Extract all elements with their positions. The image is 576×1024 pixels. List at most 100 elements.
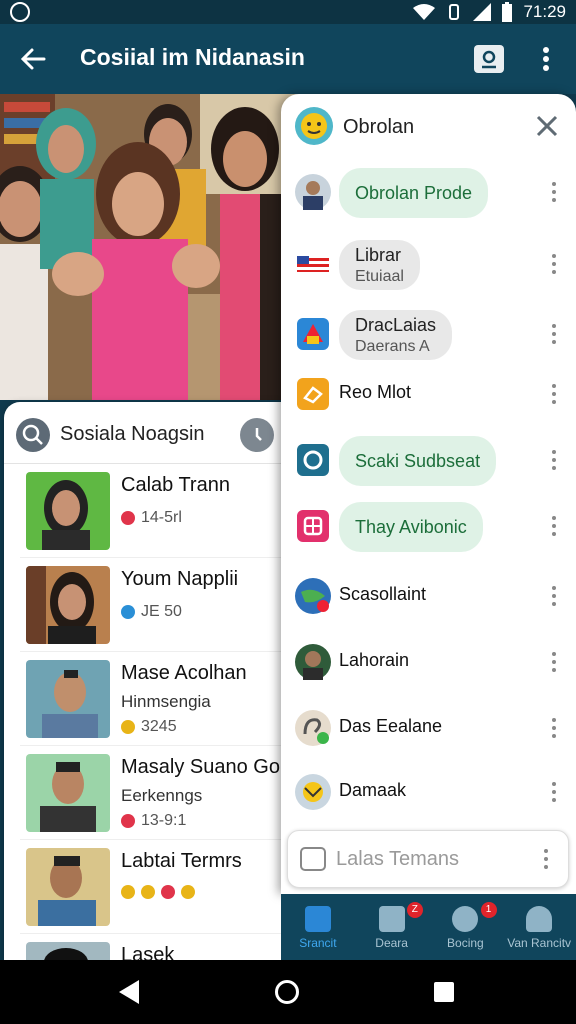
- nav-item-search[interactable]: Srancit: [281, 894, 355, 960]
- globe-avatar-icon: [295, 578, 331, 614]
- book-icon: [297, 318, 329, 350]
- building-icon: [304, 906, 331, 932]
- more-vert-icon[interactable]: [551, 782, 557, 804]
- more-vert-icon[interactable]: [551, 324, 557, 346]
- close-icon[interactable]: [535, 114, 559, 138]
- contact-photo: [26, 472, 110, 550]
- user-avatar-icon[interactable]: [16, 418, 50, 452]
- system-nav-bar: [0, 960, 576, 1024]
- status-dot-icon: [121, 605, 135, 619]
- app-bar: Cosiial im Nidanasin: [0, 24, 576, 94]
- notification-badge: 1: [480, 902, 497, 918]
- contact-meta: [121, 885, 195, 899]
- contact-meta: 14-5rl: [121, 509, 182, 527]
- chat-item[interactable]: Lahorain: [281, 630, 576, 696]
- more-vert-icon[interactable]: [536, 44, 556, 74]
- contact-row[interactable]: Calab Trann 14-5rl: [20, 464, 300, 558]
- emoji-icon: [161, 885, 175, 899]
- signal-icon: [473, 3, 492, 21]
- nav-item-profile[interactable]: Van Rancitv: [502, 894, 576, 960]
- more-vert-icon[interactable]: [551, 450, 557, 472]
- battery-icon: [502, 2, 513, 22]
- more-vert-icon[interactable]: [551, 384, 557, 406]
- obrolan-panel: Obrolan Obrolan Prode Librar Etuiaal Drac…: [281, 94, 576, 894]
- chat-item[interactable]: Scaki Sudbseat: [281, 428, 576, 494]
- chat-item[interactable]: Scasollaint: [281, 564, 576, 630]
- contact-row[interactable]: Lasek: [20, 934, 300, 962]
- contact-photo: [26, 754, 110, 832]
- camera-icon[interactable]: [300, 847, 326, 871]
- page-title: Cosiial im Nidanasin: [80, 44, 305, 70]
- vibrate-icon: [449, 4, 460, 20]
- contact-photo: [26, 942, 110, 962]
- chat-item[interactable]: Reo Mlot: [281, 362, 576, 428]
- chat-item[interactable]: Librar Etuiaal: [281, 232, 576, 298]
- status-dot-icon: [121, 720, 135, 734]
- group-photo: [0, 94, 300, 400]
- contact-name: Mase Acolhan: [121, 662, 247, 684]
- contact-avatar: [295, 710, 331, 746]
- status-bar: 71:29: [0, 0, 576, 24]
- contact-avatar: [295, 774, 331, 810]
- inbox-icon: [378, 906, 405, 932]
- contact-photo: [26, 660, 110, 738]
- contact-name: Masaly Suano Gola: [121, 756, 296, 778]
- search-friends-box[interactable]: [287, 830, 569, 888]
- sosiala-panel: Sosiala Noagsin Calab Trann 14-5rl Youm …: [4, 402, 300, 962]
- profile-action-button[interactable]: [474, 45, 504, 73]
- contact-meta: 13-9:1: [121, 812, 186, 830]
- more-vert-icon[interactable]: [551, 652, 557, 674]
- nav-home-icon[interactable]: [275, 980, 299, 1004]
- chat-bubble: DracLaias Daerans A: [339, 310, 453, 360]
- clock-icon[interactable]: [240, 418, 274, 452]
- contact-avatar: [295, 644, 331, 680]
- chat-title: Scasollaint: [339, 584, 427, 604]
- chat-bubble: Scaki Sudbseat: [339, 436, 497, 486]
- app-icon: [297, 510, 329, 542]
- panel-header: Sosiala Noagsin: [4, 402, 300, 464]
- chat-item[interactable]: Thay Avibonic: [281, 494, 576, 560]
- contact-name: Youm Napplii: [121, 568, 239, 590]
- wifi-icon: [413, 4, 436, 20]
- tag-icon: [297, 378, 329, 410]
- chat-title: Damaak: [339, 780, 407, 800]
- back-arrow-icon[interactable]: [18, 44, 48, 74]
- contact-row[interactable]: Youm Napplii JE 50: [20, 558, 300, 652]
- chat-item[interactable]: DracLaias Daerans A: [281, 302, 576, 368]
- more-vert-icon[interactable]: [544, 849, 548, 873]
- nav-item-deara[interactable]: Z Deara: [355, 894, 429, 960]
- panel-title: Obrolan: [343, 116, 415, 138]
- contact-row[interactable]: Masaly Suano Gola Eerkenngs 13-9:1: [20, 746, 300, 840]
- contact-row[interactable]: Mase Acolhan Hinmsengia 3245: [20, 652, 300, 746]
- emoji-icon: [181, 885, 195, 899]
- contact-name: Calab Trann: [121, 474, 230, 496]
- contact-avatar: [295, 174, 331, 210]
- settings-icon: [297, 444, 329, 476]
- status-dot-icon: [121, 511, 135, 525]
- panel-title: Sosiala Noagsin: [60, 423, 205, 445]
- notification-icon: [10, 2, 30, 22]
- more-vert-icon[interactable]: [551, 516, 557, 538]
- chat-title: Das Eealane: [339, 716, 443, 736]
- panel-header: Obrolan: [281, 94, 576, 158]
- contact-photo: [26, 848, 110, 926]
- more-vert-icon[interactable]: [551, 718, 557, 740]
- nav-back-icon[interactable]: [119, 980, 139, 1004]
- more-vert-icon[interactable]: [551, 586, 557, 608]
- person-icon: [526, 906, 553, 932]
- chat-bubble: Librar Etuiaal: [339, 240, 420, 290]
- nav-item-bocing[interactable]: 1 Bocing: [429, 894, 503, 960]
- contact-row[interactable]: Labtai Termrs: [20, 840, 300, 934]
- search-friends-input[interactable]: [336, 843, 526, 875]
- contact-name: Labtai Termrs: [121, 850, 242, 872]
- nav-recents-icon[interactable]: [434, 982, 454, 1002]
- contact-meta: JE 50: [121, 603, 182, 621]
- chat-item[interactable]: Obrolan Prode: [281, 160, 576, 226]
- chat-item[interactable]: Damaak: [281, 760, 576, 826]
- emoji-icon: [141, 885, 155, 899]
- chat-item[interactable]: Das Eealane: [281, 696, 576, 762]
- more-vert-icon[interactable]: [551, 254, 557, 276]
- location-icon: [452, 906, 479, 932]
- more-vert-icon[interactable]: [551, 182, 557, 204]
- chat-title: Reo Mlot: [339, 382, 412, 402]
